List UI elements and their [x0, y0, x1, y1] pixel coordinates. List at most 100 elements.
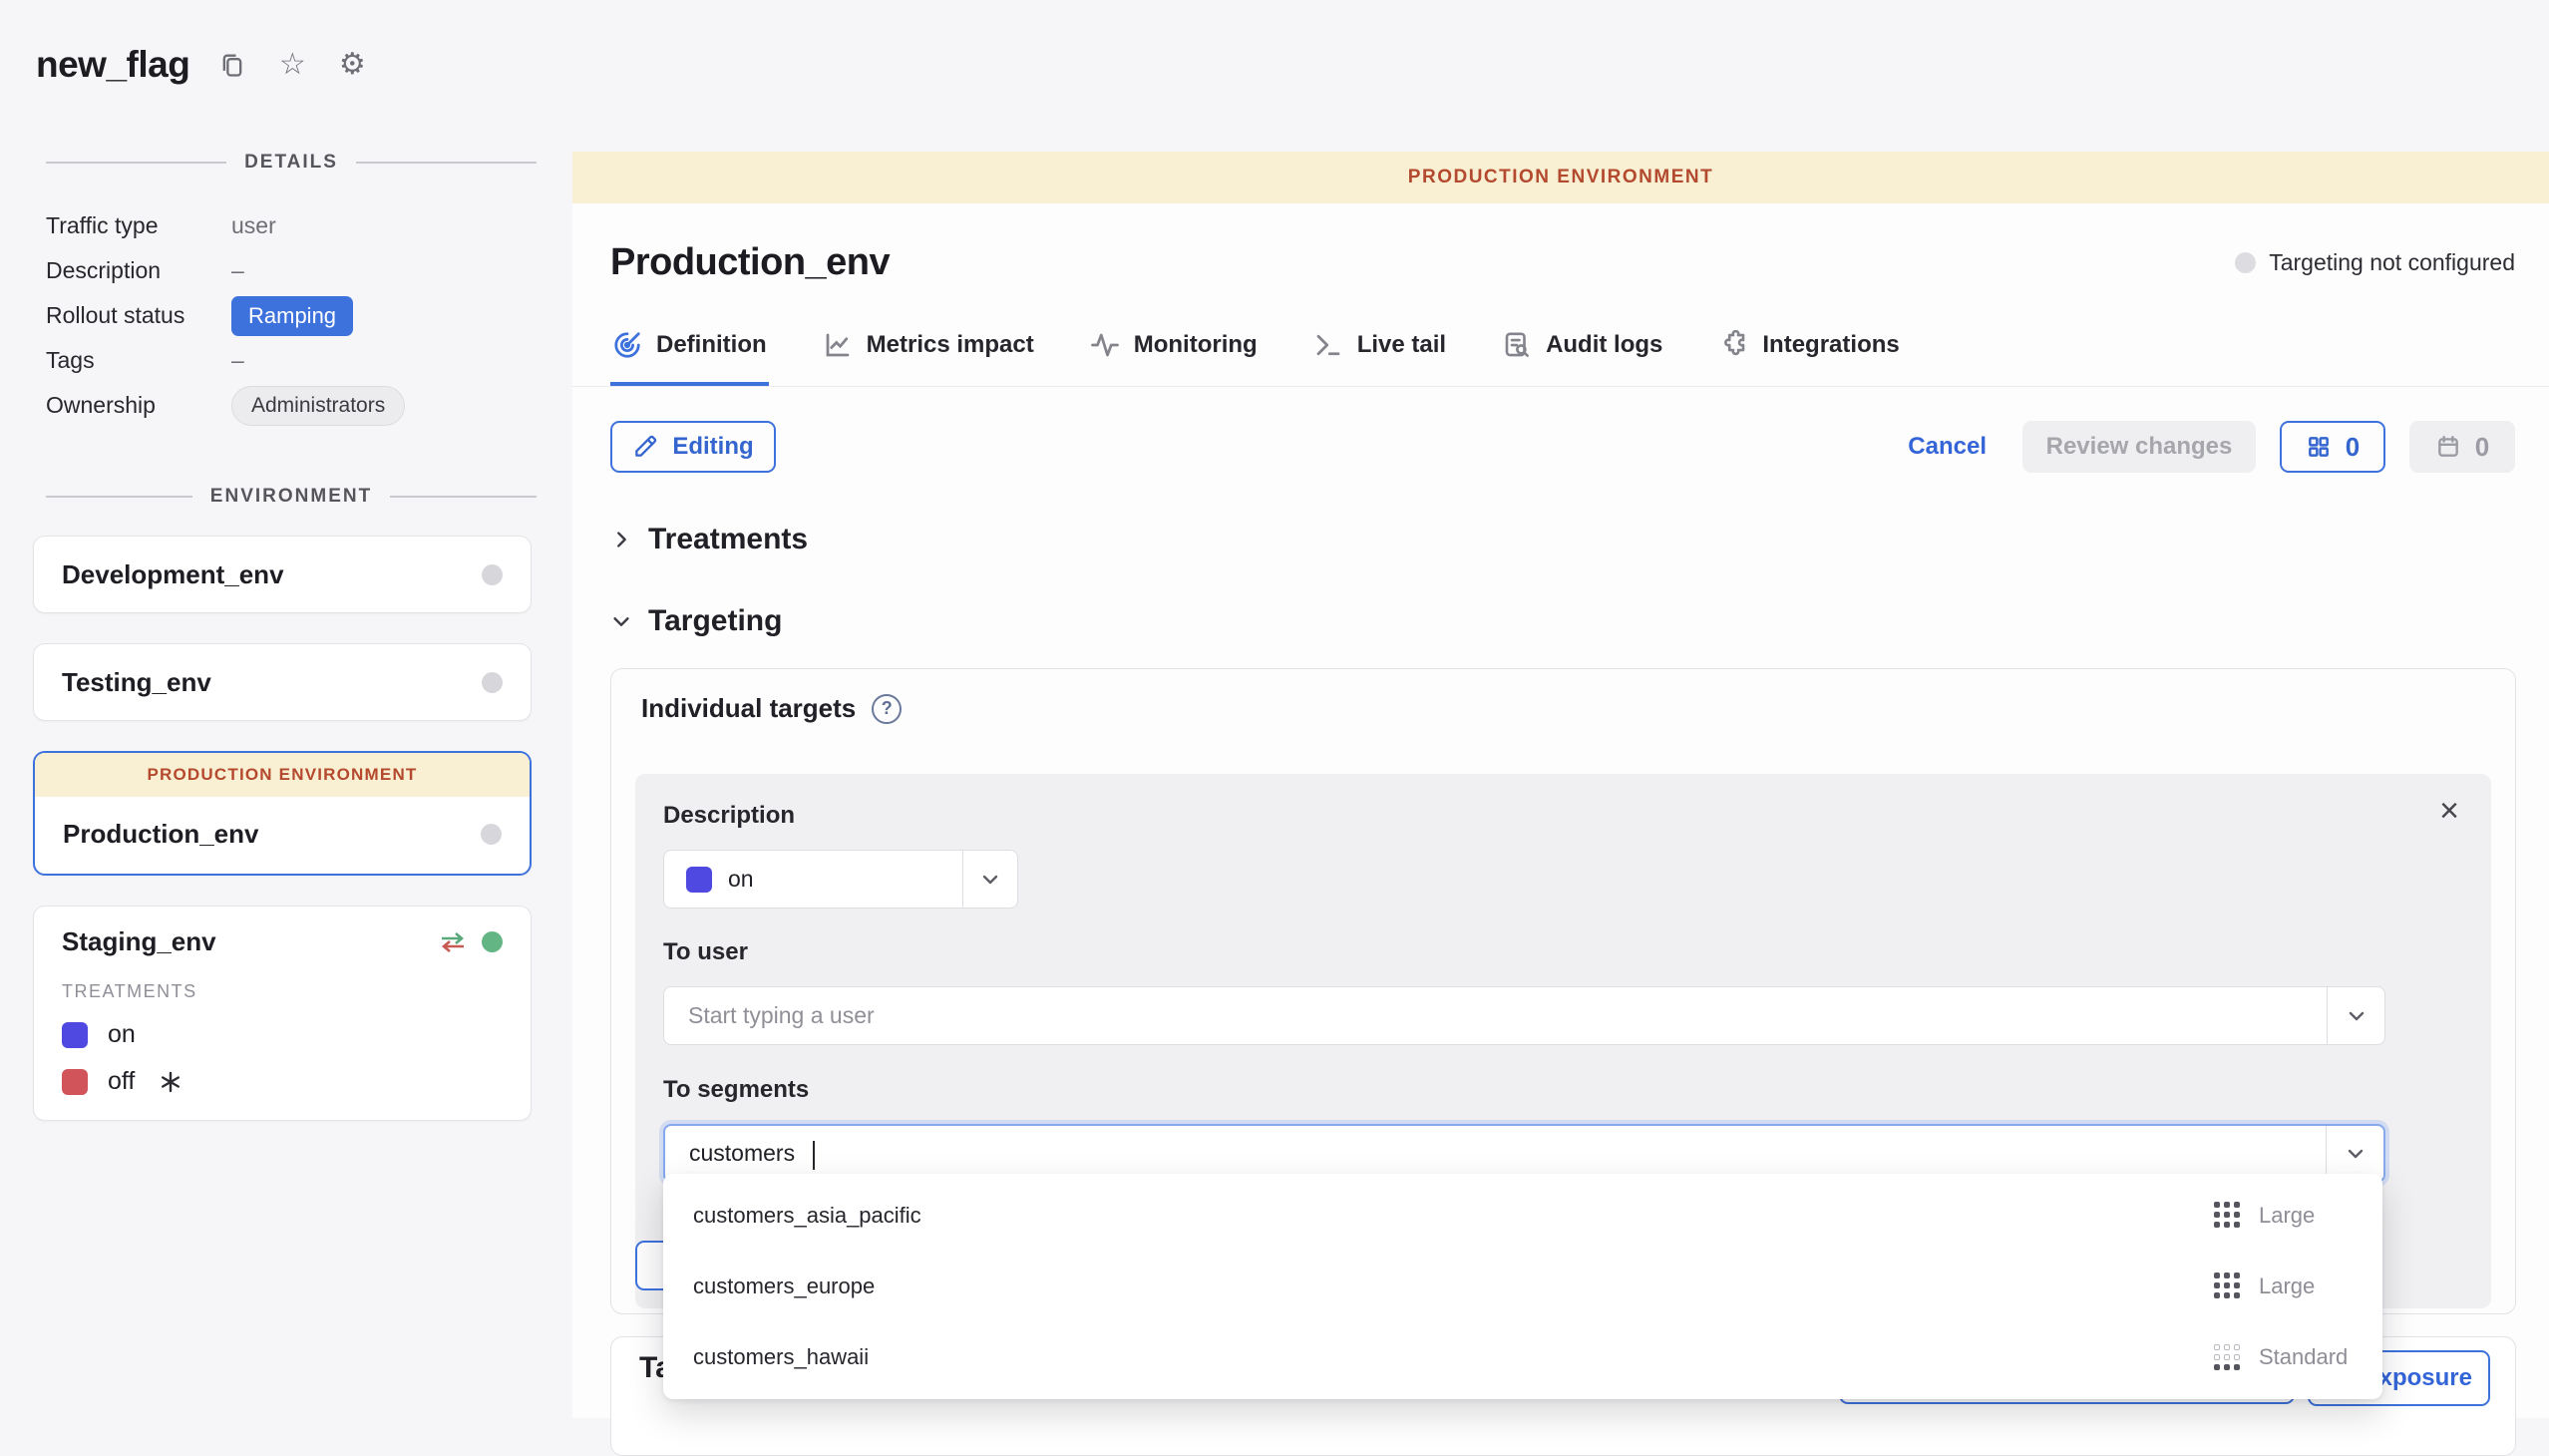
treatment-swatch-off	[62, 1069, 88, 1095]
flag-header: new_flag ☆ ⚙	[0, 0, 572, 86]
large-segment-icon	[2214, 1273, 2241, 1299]
detail-label: Description	[46, 257, 231, 284]
detail-value: –	[231, 347, 244, 374]
treatment-row-off: off	[62, 1067, 503, 1096]
tab-label: Integrations	[1762, 331, 1899, 359]
definition-target-icon	[612, 330, 642, 360]
editing-button[interactable]: Editing	[610, 421, 776, 473]
segment-size: Large	[2259, 1274, 2351, 1299]
dropdown-item-customers-asia-pacific[interactable]: customers_asia_pacific Large	[663, 1180, 2382, 1251]
tab-label: Audit logs	[1546, 331, 1662, 359]
tab-monitoring[interactable]: Monitoring	[1088, 324, 1260, 386]
chevron-down-icon	[610, 610, 632, 632]
copy-icon[interactable]	[215, 48, 249, 82]
selected-treatment-label: on	[728, 866, 754, 893]
to-user-label: To user	[663, 938, 2463, 966]
detail-label: Tags	[46, 347, 231, 374]
tab-live-tail[interactable]: Live tail	[1311, 324, 1448, 386]
tab-label: Monitoring	[1134, 331, 1258, 359]
status-dot-icon	[2235, 252, 2256, 273]
segment-size: Large	[2259, 1203, 2351, 1229]
chevron-right-icon	[610, 529, 632, 550]
grid-icon	[2306, 434, 2332, 460]
to-user-input[interactable]	[664, 987, 2327, 1044]
detail-value: –	[231, 257, 244, 284]
treatment-name: on	[108, 1020, 136, 1049]
env-card-development[interactable]: Development_env	[33, 536, 532, 613]
env-card-testing[interactable]: Testing_env	[33, 643, 532, 721]
flag-title: new_flag	[36, 44, 189, 86]
tab-audit-logs[interactable]: Audit logs	[1500, 324, 1664, 386]
chevron-down-icon[interactable]	[2327, 987, 2384, 1044]
env-card-staging[interactable]: Staging_env TREATMENTS on	[33, 906, 532, 1121]
close-icon[interactable]: ×	[2439, 794, 2459, 828]
tabs: Definition Metrics impact	[572, 324, 2549, 387]
tab-label: Metrics impact	[867, 331, 1034, 359]
tab-metrics-impact[interactable]: Metrics impact	[821, 324, 1036, 386]
treatment-name: off	[108, 1067, 135, 1096]
chevron-down-icon[interactable]	[962, 851, 1017, 908]
schedule-count-button[interactable]: 0	[2409, 421, 2515, 473]
schedule-count: 0	[2475, 432, 2489, 463]
detail-row-rollout-status: Rollout status Ramping	[46, 293, 572, 338]
treatment-row-on: on	[62, 1020, 503, 1049]
to-segments-label: To segments	[663, 1076, 2463, 1104]
detail-label: Ownership	[46, 392, 231, 419]
details-heading: DETAILS	[244, 152, 338, 174]
detail-row-tags: Tags –	[46, 338, 572, 383]
targeting-status: Targeting not configured	[2235, 249, 2515, 276]
segments-dropdown: customers_asia_pacific Large customers_e…	[663, 1174, 2382, 1399]
details-table: Traffic type user Description – Rollout …	[46, 203, 572, 428]
detail-row-traffic-type: Traffic type user	[46, 203, 572, 248]
dropdown-item-customers-europe[interactable]: customers_europe Large	[663, 1251, 2382, 1321]
tab-integrations[interactable]: Integrations	[1716, 324, 1901, 386]
to-user-combo	[663, 986, 2385, 1045]
targeting-status-label: Targeting not configured	[2269, 249, 2515, 276]
detail-row-description: Description –	[46, 248, 572, 293]
metrics-chart-icon	[823, 330, 853, 360]
default-treatment-asterisk-icon	[159, 1070, 182, 1094]
targeting-section-label: Targeting	[648, 604, 782, 638]
description-label: Description	[663, 802, 2463, 830]
env-status-dot	[482, 672, 503, 693]
section-treatments[interactable]: Treatments	[572, 523, 2549, 556]
pencil-icon	[632, 434, 658, 460]
environment-list: Development_env Testing_env PRODUCTION E…	[33, 536, 532, 1121]
to-segments-input[interactable]	[665, 1126, 2326, 1181]
editing-label: Editing	[672, 433, 753, 461]
changes-count-button[interactable]: 0	[2280, 421, 2385, 473]
environment-divider: ENVIRONMENT	[46, 486, 537, 508]
gear-icon[interactable]: ⚙	[335, 48, 369, 82]
env-status-dot	[482, 564, 503, 585]
help-icon[interactable]: ?	[872, 694, 902, 724]
tab-label: Live tail	[1357, 331, 1446, 359]
cancel-link[interactable]: Cancel	[1908, 433, 1987, 461]
detail-label: Traffic type	[46, 212, 231, 239]
detail-label: Rollout status	[46, 302, 231, 329]
section-targeting[interactable]: Targeting	[572, 604, 2549, 638]
standard-segment-icon	[2214, 1344, 2241, 1371]
individual-targets-title: Individual targets	[641, 693, 856, 724]
dropdown-item-customers-hawaii[interactable]: customers_hawaii Standard	[663, 1322, 2382, 1393]
changes-count: 0	[2346, 432, 2360, 463]
env-name: Production_env	[63, 819, 258, 850]
production-environment-banner-main: PRODUCTION ENVIRONMENT	[572, 152, 2549, 203]
audit-log-icon	[1502, 330, 1532, 360]
env-name: Staging_env	[62, 926, 216, 957]
treatment-select[interactable]: on	[663, 850, 1018, 909]
detail-value: user	[231, 212, 276, 239]
review-changes-button[interactable]: Review changes	[2022, 421, 2256, 473]
star-icon[interactable]: ☆	[275, 48, 309, 82]
ownership-pill[interactable]: Administrators	[231, 386, 405, 426]
tab-definition[interactable]: Definition	[610, 324, 769, 386]
treatments-section-label: Treatments	[648, 523, 808, 556]
chevron-down-icon[interactable]	[2326, 1126, 2383, 1181]
page-title: Production_env	[610, 241, 890, 284]
pulse-icon	[1090, 330, 1120, 360]
env-name: Testing_env	[62, 667, 211, 698]
sync-arrows-icon	[438, 930, 468, 954]
production-environment-banner: PRODUCTION ENVIRONMENT	[35, 753, 530, 797]
main-content: PRODUCTION ENVIRONMENT Production_env Ta…	[572, 0, 2549, 1418]
env-card-production[interactable]: PRODUCTION ENVIRONMENT Production_env	[33, 751, 532, 876]
segment-name: customers_hawaii	[693, 1344, 869, 1370]
